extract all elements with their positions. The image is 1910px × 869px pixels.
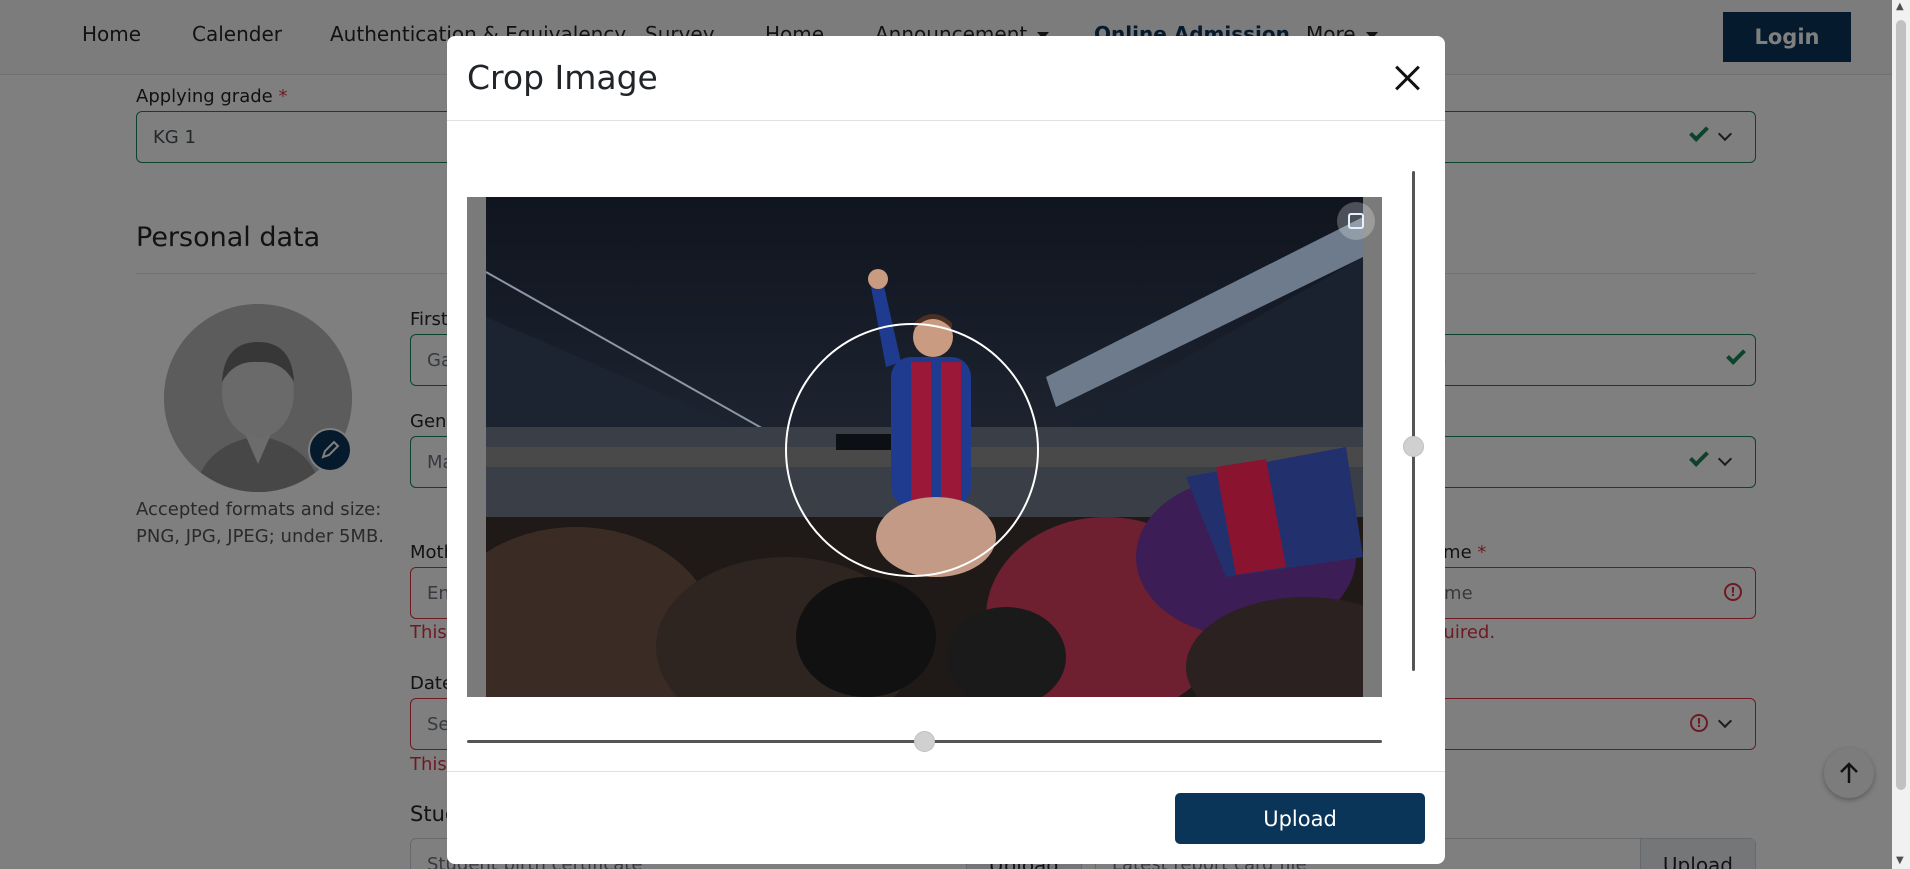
crop-selection-circle[interactable] [785,323,1039,577]
frame-icon [1348,213,1364,229]
fit-image-button[interactable] [1337,202,1375,240]
scroll-thumb[interactable] [1896,20,1906,790]
modal-footer-divider [447,771,1445,772]
close-icon[interactable] [1391,62,1425,96]
scroll-up-arrow-icon[interactable]: ▲ [1896,2,1904,12]
modal-title: Crop Image [467,58,658,97]
upload-button[interactable]: Upload [1175,793,1425,844]
zoom-slider-thumb[interactable] [914,731,935,752]
rotation-slider-thumb[interactable] [1403,435,1424,457]
modal-header-divider [447,120,1445,121]
rotation-slider-track[interactable] [1412,171,1415,671]
page-scrollbar[interactable]: ▲ ▼ [1892,0,1910,869]
crop-image-modal: Crop Image Upload [447,36,1445,864]
scroll-down-arrow-icon[interactable]: ▼ [1896,856,1904,866]
crop-area[interactable] [467,197,1382,697]
